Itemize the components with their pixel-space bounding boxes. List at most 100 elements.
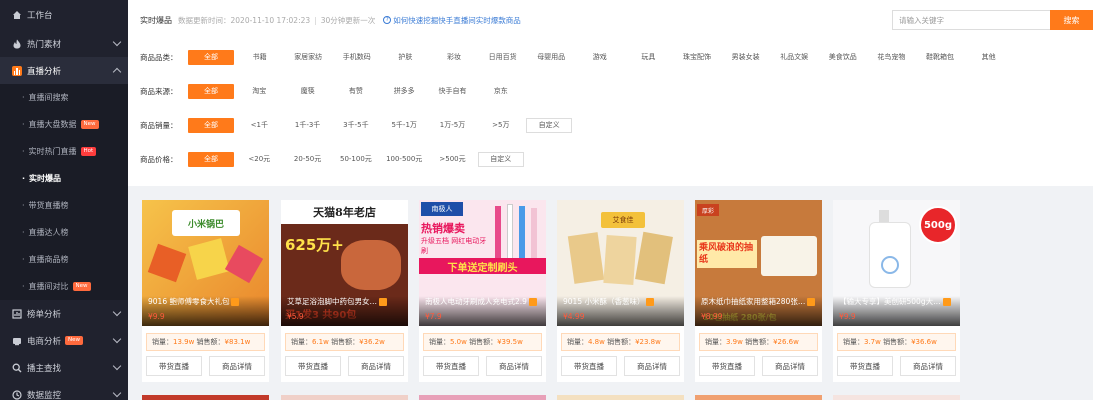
sidebar-item-ecommerce-analysis[interactable]: 电商分析 New — [0, 327, 128, 354]
product-card-next-row[interactable] — [419, 395, 546, 400]
sales-live-button[interactable]: 带货直播 — [837, 356, 893, 376]
filter-option-source[interactable]: 京东 — [478, 84, 524, 99]
filter-option-sales[interactable]: 1万-5万 — [430, 118, 476, 133]
product-card-next-row[interactable] — [833, 395, 960, 400]
product-title[interactable]: 【输大专享】美创研500g大… — [839, 296, 954, 307]
filter-option-category[interactable]: 花鸟宠物 — [868, 50, 914, 65]
sidebar-subitem-realtime-hot-live[interactable]: · 实时热门直播 Hot — [0, 138, 128, 165]
product-card-next-row[interactable] — [142, 395, 269, 400]
product-price: ¥8.99 — [701, 312, 723, 321]
filter-option-source[interactable]: 全部 — [188, 83, 234, 99]
sidebar-subitem-live-compare[interactable]: · 直播间对比 New — [0, 273, 128, 300]
new-badge: New — [80, 120, 99, 129]
cart-icon — [12, 336, 22, 346]
amount-value: ¥36.6w — [911, 338, 937, 346]
filter-option-sales[interactable]: 自定义 — [526, 117, 573, 133]
filter-option-source[interactable]: 有赞 — [333, 84, 379, 99]
product-card[interactable]: 艾食佳 9015 小米酥（香葱味） ¥4.99 销量： 4.8w 销售额： ¥23.… — [557, 200, 684, 382]
product-detail-button[interactable]: 商品详情 — [486, 356, 542, 376]
filter-option-category[interactable]: 日用百货 — [480, 50, 526, 65]
sales-live-button[interactable]: 带货直播 — [699, 356, 755, 376]
sales-live-button[interactable]: 带货直播 — [561, 356, 617, 376]
help-link[interactable]: ? 如何快速挖掘快手直播间实时爆款商品 — [383, 15, 521, 26]
search-input[interactable]: 请输入关键字 — [892, 10, 1050, 30]
filter-option-category[interactable]: 玩具 — [625, 50, 671, 65]
filter-option-sales[interactable]: <1千 — [236, 118, 282, 133]
sales-live-button[interactable]: 带货直播 — [423, 356, 479, 376]
product-detail-button[interactable]: 商品详情 — [624, 356, 680, 376]
filter-option-category[interactable]: 手机数码 — [334, 50, 380, 65]
product-card[interactable]: 厚彩 乘风破浪的抽纸 10包抽纸 280张/包 原木纸巾抽纸家用整箱280张… … — [695, 200, 822, 382]
product-card[interactable]: 南极人 热销爆卖 升级五档 网红电动牙刷 下单送定制刷头 南极人电动牙刷成人充电… — [419, 200, 546, 382]
filter-option-price[interactable]: 100-500元 — [381, 152, 427, 167]
filter-option-sales[interactable]: 3千-5千 — [333, 118, 379, 133]
filter-option-price[interactable]: <20元 — [236, 152, 282, 167]
product-card[interactable]: 天猫8年老店 625万+ 买1发3 共90包 艾草足浴泡脚中药包男女… ¥5.9… — [281, 200, 408, 382]
search-button[interactable]: 搜索 — [1050, 10, 1093, 30]
product-image-label: 热销爆卖 — [421, 222, 465, 235]
filter-option-category[interactable]: 家居家纺 — [285, 50, 331, 65]
sales-live-button[interactable]: 带货直播 — [285, 356, 341, 376]
filter-option-source[interactable]: 魔筷 — [285, 84, 331, 99]
product-detail-button[interactable]: 商品详情 — [209, 356, 265, 376]
filter-option-sales[interactable]: 5千-1万 — [381, 118, 427, 133]
live-chart-icon — [12, 65, 22, 76]
sidebar-subitem-realtime-hot-products[interactable]: · 实时爆品 — [0, 165, 128, 192]
filter-option-sales[interactable]: 1千-3千 — [285, 118, 331, 133]
product-card-next-row[interactable] — [557, 395, 684, 400]
filter-option-category[interactable]: 礼品文娱 — [771, 50, 817, 65]
filter-option-category[interactable]: 彩妆 — [431, 50, 477, 65]
product-card-next-row[interactable] — [695, 395, 822, 400]
sidebar-subitem-sales-live-ranking[interactable]: · 带货直播榜 — [0, 192, 128, 219]
product-title[interactable]: 9015 小米酥（香葱味） — [563, 296, 678, 307]
sidebar-item-data-monitor[interactable]: 数据监控 — [0, 381, 128, 400]
sidebar-item-ranking-analysis[interactable]: 榜单分析 — [0, 300, 128, 327]
filter-option-price[interactable]: >500元 — [430, 152, 476, 167]
sidebar-subitem-label: 直播大盘数据 — [28, 120, 77, 129]
filter-option-source[interactable]: 快手自有 — [430, 84, 476, 99]
amount-value: ¥26.6w — [773, 338, 799, 346]
sidebar-subitem-live-search[interactable]: · 直播间搜索 — [0, 84, 128, 111]
sidebar-subitem-live-influencer-ranking[interactable]: · 直播达人榜 — [0, 219, 128, 246]
filter-option-price[interactable]: 自定义 — [477, 151, 524, 167]
filter-option-category[interactable]: 男装女装 — [723, 50, 769, 65]
sidebar-subitem-label: 直播达人榜 — [28, 228, 69, 237]
sidebar-item-live-analysis[interactable]: 直播分析 — [0, 57, 128, 84]
filter-option-source[interactable]: 拼多多 — [381, 84, 427, 99]
filter-option-price[interactable]: 20-50元 — [285, 152, 331, 167]
product-card[interactable]: 小米锅巴 9016 鲍师傅零食大礼包 ¥9.9 销量： 13.9w 销售额： ¥83… — [142, 200, 269, 382]
product-title[interactable]: 原木纸巾抽纸家用整箱280张… — [701, 296, 816, 307]
product-detail-button[interactable]: 商品详情 — [348, 356, 404, 376]
filter-option-category[interactable]: 全部 — [188, 49, 234, 65]
product-detail-button[interactable]: 商品详情 — [900, 356, 956, 376]
sidebar-item-anchor-search[interactable]: 播主查找 — [0, 354, 128, 381]
sales-live-button[interactable]: 带货直播 — [146, 356, 202, 376]
filter-option-category[interactable]: 鞋靴箱包 — [917, 50, 963, 65]
product-title[interactable]: 南极人电动牙刷成人充电式2.9 — [425, 296, 540, 307]
sidebar-subitem-live-product-ranking[interactable]: · 直播商品榜 — [0, 246, 128, 273]
filter-option-price[interactable]: 50-100元 — [333, 152, 379, 167]
filter-option-source[interactable]: 淘宝 — [236, 84, 282, 99]
filter-option-price[interactable]: 全部 — [188, 151, 234, 167]
product-brand-label: 厚彩 — [697, 204, 719, 216]
filter-option-category[interactable]: 美食饮品 — [820, 50, 866, 65]
filter-option-sales[interactable]: >5万 — [478, 118, 524, 133]
filter-option-sales[interactable]: 全部 — [188, 117, 234, 133]
filter-option-category[interactable]: 护肤 — [382, 50, 428, 65]
sidebar-item-hot-material[interactable]: 热门素材 — [0, 30, 128, 57]
product-title[interactable]: 艾草足浴泡脚中药包男女… — [287, 296, 402, 307]
card-actions: 带货直播 商品详情 — [837, 356, 956, 376]
product-detail-button[interactable]: 商品详情 — [762, 356, 818, 376]
filter-option-category[interactable]: 游戏 — [577, 50, 623, 65]
sidebar-subitem-live-market-data[interactable]: · 直播大盘数据 New — [0, 111, 128, 138]
filter-option-category[interactable]: 其他 — [966, 50, 1012, 65]
product-card-next-row[interactable] — [281, 395, 408, 400]
product-stats: 销量： 3.7w 销售额： ¥36.6w — [837, 333, 956, 351]
filter-option-category[interactable]: 母婴用品 — [528, 50, 574, 65]
product-card[interactable]: 500g 【输大专享】美创研500g大… ¥9.9 销量： 3.7w 销售额： ¥3… — [833, 200, 960, 382]
filter-option-category[interactable]: 书籍 — [237, 50, 283, 65]
filter-option-category[interactable]: 珠宝配饰 — [674, 50, 720, 65]
sidebar-item-workbench[interactable]: 工作台 — [0, 0, 128, 30]
product-price: ¥9.9 — [839, 312, 856, 321]
product-title[interactable]: 9016 鲍师傅零食大礼包 — [148, 296, 263, 307]
